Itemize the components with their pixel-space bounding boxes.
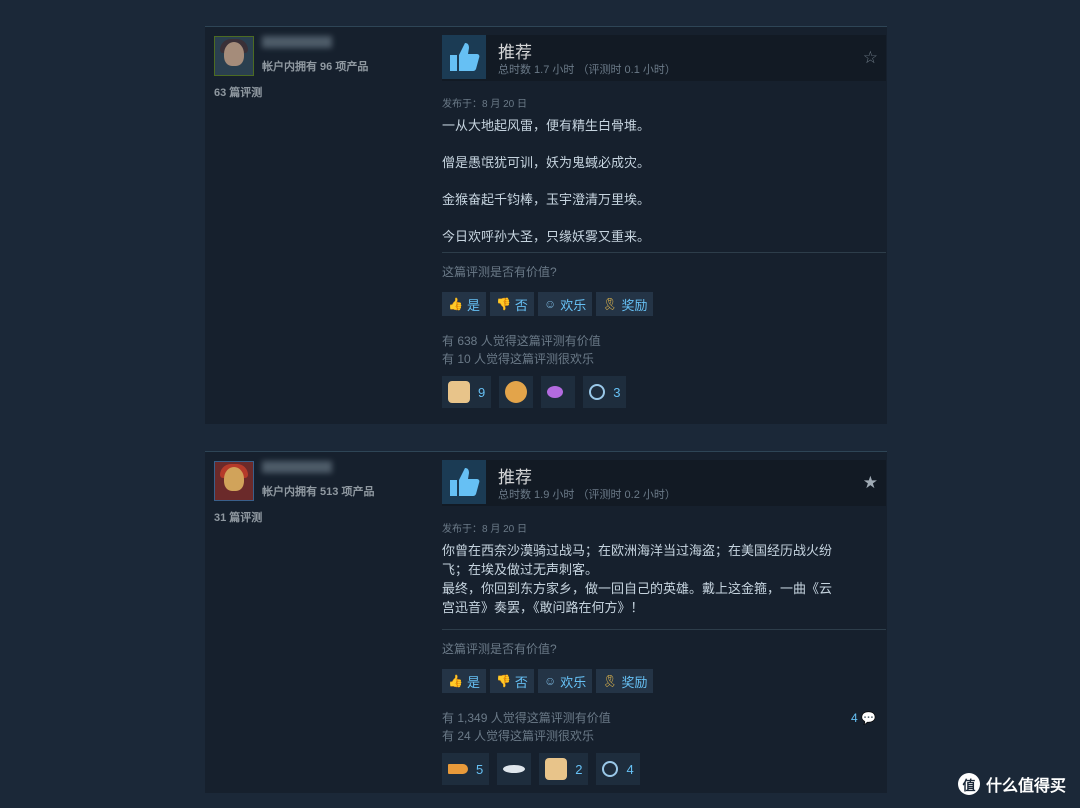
review-line: 僧是愚氓犹可训，妖为鬼蜮必成灾。 — [442, 155, 651, 170]
products-owned[interactable]: 帐户内拥有 96 项产品 — [262, 58, 368, 74]
review-line: 今日欢呼孙大圣，只缘妖雾又重来。 — [442, 229, 651, 244]
cookie-award-icon — [505, 381, 528, 403]
award-count: 9 — [478, 384, 486, 400]
award-count: 3 — [613, 384, 621, 400]
reviewer-info: 帐户内拥有 513 项产品 31 篇评测 — [214, 461, 434, 525]
review-line: 金猴奋起千钧棒，玉宇澄清万里埃。 — [442, 192, 651, 207]
award-ribbon-icon: 🎗 — [602, 674, 618, 688]
ribbon-award-icon — [602, 761, 619, 777]
divider — [442, 252, 886, 253]
vote-no-button[interactable]: 👎 否 — [489, 292, 534, 316]
vote-stats: 有 1,349 人觉得这篇评测有价值 有 24 人觉得这篇评测很欢乐 4 💬 — [442, 709, 886, 745]
thumbs-up-icon — [442, 460, 486, 504]
review-line: 一从大地起风雷，便有精生白骨堆。 — [442, 118, 651, 133]
watermark-text: 什么值得买 — [985, 778, 1066, 795]
thumbs-down-icon: 👎 — [495, 674, 511, 688]
award-count: 5 — [476, 761, 484, 777]
thumbs-down-icon: 👎 — [495, 297, 511, 311]
review-line: 宫迅音》奏罢，《敢问路在何方》！ — [442, 600, 644, 615]
star-filled-icon[interactable]: ★ — [863, 474, 878, 491]
button-label: 奖励 — [621, 674, 648, 690]
button-label: 是 — [466, 674, 480, 690]
award-count: 2 — [575, 761, 583, 777]
playtime: 总时数 1.9 小时 （评测时 0.2 小时） — [498, 489, 676, 501]
winged-award-icon — [503, 765, 526, 773]
reviewer-info: 帐户内拥有 96 项产品 63 篇评测 — [214, 36, 434, 100]
star-outline-icon[interactable]: ☆ — [863, 49, 878, 66]
helpful-question: 这篇评测是否有价值? — [442, 265, 557, 279]
username-blurred[interactable] — [262, 36, 332, 48]
horn-award-icon — [448, 764, 468, 774]
review-count[interactable]: 31 篇评测 — [214, 509, 434, 525]
award-badge[interactable]: 2 — [539, 753, 589, 785]
vote-funny-button[interactable]: ☺ 欢乐 — [537, 669, 593, 693]
verdict-title[interactable]: 推荐 — [498, 463, 532, 488]
award-badge[interactable]: 3 — [583, 376, 627, 408]
award-count: 4 — [626, 761, 634, 777]
button-label: 欢乐 — [560, 297, 587, 313]
review-card: 帐户内拥有 96 项产品 63 篇评测 推荐 总时数 1.7 小时 （评测时 0… — [205, 26, 887, 424]
heart-award-icon — [547, 386, 564, 398]
avatar[interactable] — [214, 461, 254, 501]
avatar[interactable] — [214, 36, 254, 76]
review-line: 飞；在埃及做过无声刺客。 — [442, 562, 599, 577]
award-badge[interactable]: 4 — [596, 753, 640, 785]
award-badge[interactable] — [541, 376, 576, 408]
smiley-icon: ☺ — [543, 674, 557, 688]
award-badge[interactable]: 9 — [442, 376, 492, 408]
thumbs-up-icon — [442, 35, 486, 79]
award-badge[interactable] — [499, 376, 534, 408]
watermark: 值 什么值得买 — [957, 772, 1066, 796]
button-label: 奖励 — [621, 297, 648, 313]
thumbs-up-icon: 👍 — [448, 674, 463, 688]
smzdm-logo-icon: 值 — [957, 773, 980, 795]
posted-date: 发布于：8 月 20 日 — [442, 99, 528, 110]
button-label: 否 — [514, 297, 528, 313]
vote-yes-button[interactable]: 👍 是 — [442, 669, 486, 693]
button-label: 是 — [466, 297, 480, 313]
award-badge[interactable] — [497, 753, 532, 785]
funny-count: 有 10 人觉得这篇评测很欢乐 — [442, 352, 595, 366]
wrapped-award-icon — [448, 381, 470, 403]
comments-link[interactable]: 4 💬 — [851, 709, 876, 727]
products-owned[interactable]: 帐户内拥有 513 项产品 — [262, 483, 374, 499]
playtime: 总时数 1.7 小时 （评测时 0.1 小时） — [498, 64, 676, 76]
review-body: 一从大地起风雷，便有精生白骨堆。 僧是愚氓犹可训，妖为鬼蜮必成灾。 金猴奋起千钧… — [442, 116, 886, 246]
review-count[interactable]: 63 篇评测 — [214, 84, 434, 100]
vote-yes-button[interactable]: 👍 是 — [442, 292, 486, 316]
button-label: 否 — [514, 674, 528, 690]
posted-date: 发布于：8 月 20 日 — [442, 524, 528, 535]
review-card: 帐户内拥有 513 项产品 31 篇评测 推荐 总时数 1.9 小时 （评测时 … — [205, 451, 887, 793]
smiley-icon: ☺ — [543, 297, 557, 311]
ribbon-award-icon — [589, 384, 606, 400]
comment-count: 4 — [851, 711, 858, 725]
awards-row: 9 3 — [442, 376, 886, 408]
divider — [442, 629, 886, 630]
helpful-count: 有 638 人觉得这篇评测有价值 — [442, 334, 601, 348]
username-blurred[interactable] — [262, 461, 332, 473]
vote-header: 推荐 总时数 1.7 小时 （评测时 0.1 小时） ☆ — [442, 35, 886, 81]
button-label: 欢乐 — [560, 674, 587, 690]
award-ribbon-icon: 🎗 — [602, 297, 618, 311]
thumbs-up-icon: 👍 — [448, 297, 463, 311]
award-button[interactable]: 🎗 奖励 — [596, 669, 654, 693]
review-body: 你曾在西奈沙漠骑过战马；在欧洲海洋当过海盗；在美国经历战火纷 飞；在埃及做过无声… — [442, 541, 886, 617]
vote-funny-button[interactable]: ☺ 欢乐 — [537, 292, 593, 316]
vote-no-button[interactable]: 👎 否 — [489, 669, 534, 693]
comment-bubble-icon: 💬 — [861, 711, 876, 725]
award-button[interactable]: 🎗 奖励 — [596, 292, 654, 316]
review-line: 最终，你回到东方家乡，做一回自己的英雄。戴上这金箍，一曲《云 — [442, 581, 833, 596]
awards-row: 5 2 4 — [442, 753, 886, 785]
funny-count: 有 24 人觉得这篇评测很欢乐 — [442, 729, 595, 743]
award-badge[interactable]: 5 — [442, 753, 490, 785]
helpful-count: 有 1,349 人觉得这篇评测有价值 — [442, 711, 611, 725]
wrapped-award-icon — [545, 758, 568, 780]
vote-stats: 有 638 人觉得这篇评测有价值 有 10 人觉得这篇评测很欢乐 — [442, 332, 886, 368]
helpful-question: 这篇评测是否有价值? — [442, 642, 557, 656]
review-line: 你曾在西奈沙漠骑过战马；在欧洲海洋当过海盗；在美国经历战火纷 — [442, 543, 833, 558]
vote-header: 推荐 总时数 1.9 小时 （评测时 0.2 小时） ★ — [442, 460, 886, 506]
verdict-title[interactable]: 推荐 — [498, 38, 532, 63]
